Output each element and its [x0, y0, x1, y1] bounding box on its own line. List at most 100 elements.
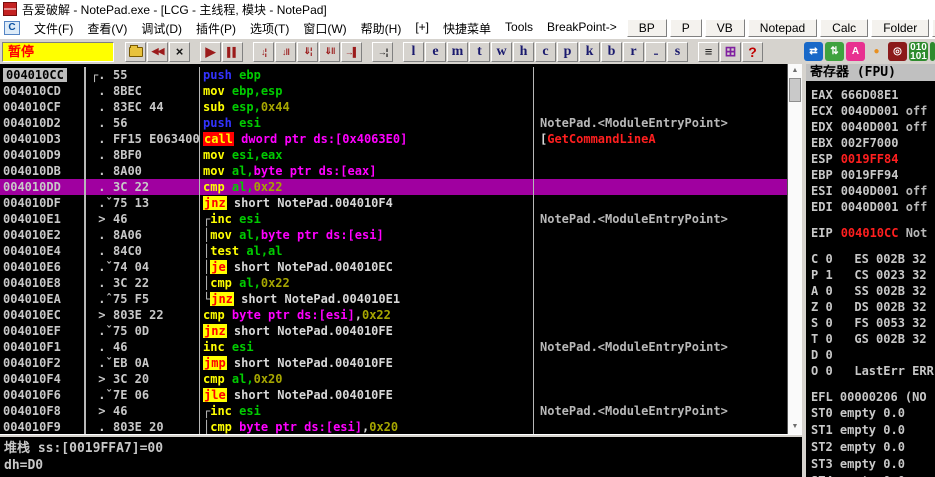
quick-button-calc[interactable]: Calc — [820, 19, 868, 37]
disasm-vertical-scrollbar[interactable]: ▲ ▼ — [787, 64, 802, 434]
view-cpu-button[interactable]: c — [535, 42, 556, 62]
menu-item[interactable]: BreakPoint-> — [540, 20, 624, 37]
menu-item[interactable]: 快捷菜单 — [436, 20, 498, 37]
register-row-eip[interactable]: EIP004010CC Not — [811, 225, 935, 241]
execute-till-return-button[interactable]: →▌ — [341, 42, 362, 62]
view-threads-button[interactable]: t — [469, 42, 490, 62]
fpu-register-row[interactable]: ST0 empty 0.0 — [811, 405, 935, 422]
flag-row[interactable]: Z 0 DS 002B 32 — [811, 299, 935, 315]
menu-item[interactable]: 调试(D) — [134, 20, 189, 37]
flag-row[interactable]: S 0 FS 0053 32 — [811, 315, 935, 331]
register-row-esi[interactable]: ESI0040D001 off — [811, 183, 935, 199]
registers-panel[interactable]: 寄存器 (FPU) EAX666D08E1ECX0040D001 offEDX0… — [806, 64, 935, 477]
menu-item[interactable]: 文件(F) — [27, 20, 80, 37]
help-button[interactable]: ? — [742, 42, 763, 62]
animate-over-button[interactable]: ⇓‖ — [319, 42, 340, 62]
quick-button-p[interactable]: P — [670, 19, 702, 37]
register-row-ebx[interactable]: EBX002F7000 — [811, 135, 935, 151]
registers-header[interactable]: 寄存器 (FPU) — [806, 64, 935, 81]
view-memory-button[interactable]: m — [447, 42, 468, 62]
menu-item[interactable]: [+] — [408, 20, 436, 37]
menu-item[interactable]: 选项(T) — [243, 20, 296, 37]
plugin-edge-icon[interactable] — [930, 42, 935, 61]
go-to-button[interactable]: →¦ — [372, 42, 393, 62]
scroll-down-icon[interactable]: ▼ — [788, 420, 802, 433]
fpu-register-row[interactable]: ST4 empty 0.0 — [811, 473, 935, 477]
disasm-row[interactable]: 004010CD .8BECmov ebp,esp — [0, 83, 787, 99]
disasm-row[interactable]: 004010F8 >46┌inc esiNotePad.<ModuleEntry… — [0, 403, 787, 419]
scroll-thumb[interactable] — [789, 78, 801, 102]
flag-row[interactable]: D 0 — [811, 347, 935, 363]
plugin-binary-icon[interactable]: 010 101 — [909, 42, 928, 61]
plugin-ball-icon[interactable]: ● — [867, 42, 886, 61]
disassembly-panel[interactable]: 004010CC┌.55push ebp004010CD .8BECmov eb… — [0, 64, 787, 434]
pause-button[interactable]: ▌▌ — [222, 42, 243, 62]
disasm-row[interactable]: 004010EF .ˇ75 0Djnz short NotePad.004010… — [0, 323, 787, 339]
step-into-button[interactable]: ↓¦ — [253, 42, 274, 62]
flag-row[interactable]: A 0 SS 002B 32 — [811, 283, 935, 299]
scroll-up-icon[interactable]: ▲ — [788, 64, 802, 77]
disasm-row[interactable]: 004010CC┌.55push ebp — [0, 67, 787, 83]
fpu-register-row[interactable]: ST1 empty 0.0 — [811, 422, 935, 439]
step-over-button[interactable]: ↓‖ — [275, 42, 296, 62]
register-row-edx[interactable]: EDX0040D001 off — [811, 119, 935, 135]
quick-button-vb[interactable]: VB — [705, 19, 745, 37]
view-executables-button[interactable]: e — [425, 42, 446, 62]
quick-button-folder[interactable]: Folder — [871, 19, 929, 37]
disasm-row[interactable]: 004010F4 >3C 20cmp al,0x20 — [0, 371, 787, 387]
menu-item[interactable]: 插件(P) — [189, 20, 243, 37]
disasm-row[interactable]: 004010D9 .8BF0mov esi,eax — [0, 147, 787, 163]
register-row-esp[interactable]: ESP0019FF84 — [811, 151, 935, 167]
view-windows-button[interactable]: w — [491, 42, 512, 62]
restart-button[interactable]: ◀◀ — [147, 42, 168, 62]
disasm-row[interactable]: 004010D2 .56push esiNotePad.<ModuleEntry… — [0, 115, 787, 131]
register-row-ebp[interactable]: EBP0019FF94 — [811, 167, 935, 183]
menu-item[interactable]: 帮助(H) — [354, 20, 409, 37]
disasm-row[interactable]: 004010DB .8A00mov al,byte ptr ds:[eax] — [0, 163, 787, 179]
view-references-button[interactable]: r — [623, 42, 644, 62]
close-button[interactable]: × — [169, 42, 190, 62]
disasm-row[interactable]: 004010E8 .3C 22│cmp al,0x22 — [0, 275, 787, 291]
animate-into-button[interactable]: ⇓¦ — [297, 42, 318, 62]
menu-item[interactable]: 窗口(W) — [296, 20, 353, 37]
disasm-row[interactable]: 004010E1 >46┌inc esiNotePad.<ModuleEntry… — [0, 211, 787, 227]
disasm-row[interactable]: 004010DF .ˇ75 13jnz short NotePad.004010… — [0, 195, 787, 211]
disasm-row[interactable]: 004010F1 .46inc esiNotePad.<ModuleEntryP… — [0, 339, 787, 355]
register-row-eax[interactable]: EAX666D08E1 — [811, 87, 935, 103]
plugin-sync-icon[interactable]: ⇅ — [825, 42, 844, 61]
disasm-row[interactable]: 004010E4 .84C0│test al,al — [0, 243, 787, 259]
disasm-row[interactable]: 004010F2 .ˇEB 0Ajmp short NotePad.004010… — [0, 355, 787, 371]
menu-item[interactable]: 查看(V) — [80, 20, 134, 37]
quick-button-bp[interactable]: BP — [627, 19, 667, 37]
disasm-row[interactable]: 004010E6 .ˇ74 04│je short NotePad.004010… — [0, 259, 787, 275]
options-list-button[interactable]: ≡ — [698, 42, 719, 62]
disasm-row[interactable]: 004010F6 .ˇ7E 06jle short NotePad.004010… — [0, 387, 787, 403]
disasm-row[interactable]: 004010EA .ˆ75 F5└jnz short NotePad.00401… — [0, 291, 787, 307]
eflags-row[interactable]: EFL 00000206 (NO — [811, 389, 935, 405]
view-source-button[interactable]: s — [667, 42, 688, 62]
view-patches-button[interactable]: p — [557, 42, 578, 62]
view-log-button[interactable]: l — [403, 42, 424, 62]
plugin-analyze-icon[interactable]: A — [846, 42, 865, 61]
flag-row[interactable]: C 0 ES 002B 32 — [811, 251, 935, 267]
register-row-ecx[interactable]: ECX0040D001 off — [811, 103, 935, 119]
view-runtrace-button[interactable]: ... — [645, 42, 666, 62]
run-button[interactable]: ▶ — [200, 42, 221, 62]
plugin-target-icon[interactable]: ◎ — [888, 42, 907, 61]
cpu-window-icon[interactable]: C — [4, 21, 20, 35]
register-row-edi[interactable]: EDI0040D001 off — [811, 199, 935, 215]
flag-row[interactable]: P 1 CS 0023 32 — [811, 267, 935, 283]
quick-button-notepad[interactable]: Notepad — [748, 19, 817, 37]
plugin-swap-icon[interactable]: ⇄ — [804, 42, 823, 61]
disasm-row[interactable]: 004010D3 .FF15 E0634000call dword ptr ds… — [0, 131, 787, 147]
disasm-row[interactable]: 004010DD .3C 22cmp al,0x22 — [0, 179, 787, 195]
view-callstack-button[interactable]: k — [579, 42, 600, 62]
menu-item[interactable]: Tools — [498, 20, 540, 37]
view-breakpoints-button[interactable]: b — [601, 42, 622, 62]
flag-row[interactable]: O 0 LastErr ERR — [811, 363, 935, 379]
open-file-button[interactable] — [125, 42, 146, 62]
appearance-button[interactable]: ⊞ — [720, 42, 741, 62]
fpu-register-row[interactable]: ST2 empty 0.0 — [811, 439, 935, 456]
flag-row[interactable]: T 0 GS 002B 32 — [811, 331, 935, 347]
disasm-row[interactable]: 004010EC >803E 22cmp byte ptr ds:[esi],0… — [0, 307, 787, 323]
